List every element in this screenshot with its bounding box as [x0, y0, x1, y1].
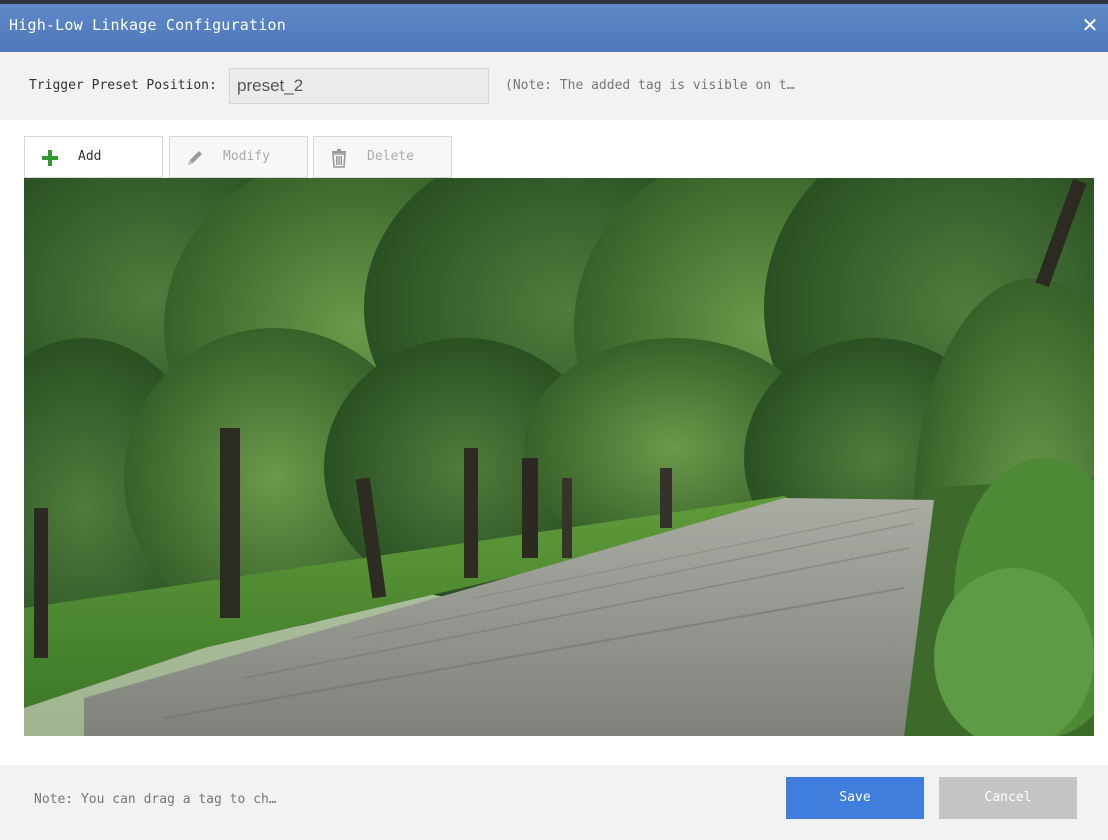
dialog-footer: Note: You can drag a tag to ch… Save Can… [0, 765, 1108, 840]
trash-icon [332, 149, 346, 168]
preset-snapshot-image[interactable] [24, 178, 1094, 736]
footer-note: Note: You can drag a tag to ch… [34, 792, 277, 807]
plus-icon [42, 150, 58, 166]
trigger-row: Trigger Preset Position: preset_2 (Note:… [0, 52, 1108, 120]
trigger-preset-field[interactable]: preset_2 [229, 68, 489, 104]
trigger-note: (Note: The added tag is visible on t… [505, 78, 795, 93]
close-icon[interactable]: ✕ [1078, 12, 1102, 38]
modify-button[interactable]: Modify [169, 136, 308, 178]
cancel-button[interactable]: Cancel [939, 777, 1077, 819]
dialog-title: High-Low Linkage Configuration [9, 16, 286, 34]
modify-label: Modify [223, 149, 270, 164]
dialog-titlebar: High-Low Linkage Configuration ✕ [0, 0, 1108, 52]
add-label: Add [78, 149, 102, 164]
delete-button[interactable]: Delete [313, 136, 452, 178]
park-path-photo [24, 178, 1094, 736]
add-button[interactable]: Add [24, 136, 163, 178]
save-button[interactable]: Save [786, 777, 924, 819]
trigger-preset-label: Trigger Preset Position: [29, 78, 217, 93]
delete-label: Delete [367, 149, 414, 164]
pencil-icon [188, 151, 202, 165]
